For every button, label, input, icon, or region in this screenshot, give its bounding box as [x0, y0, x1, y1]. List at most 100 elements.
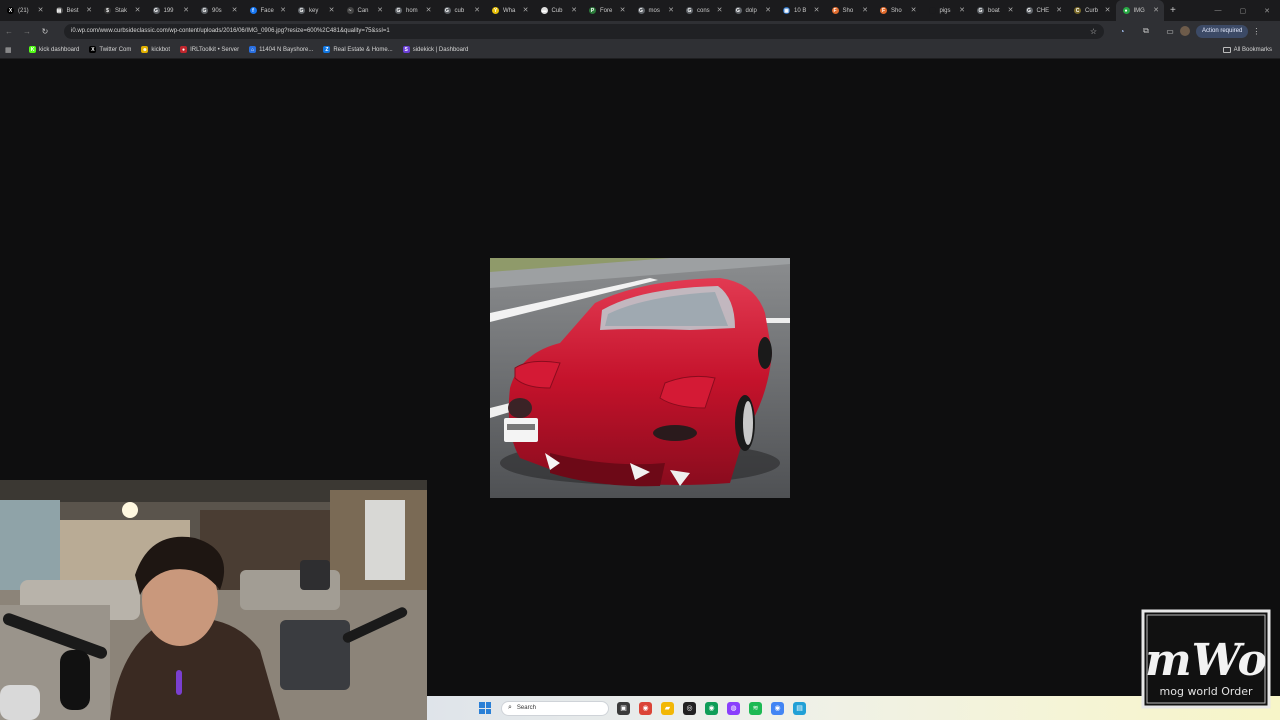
- action-required-button[interactable]: Action required: [1196, 24, 1249, 38]
- bookmark-label: sidekick | Dashboard: [412, 46, 469, 53]
- browser-tab[interactable]: C Curb ✕: [1067, 0, 1116, 21]
- browser-tab[interactable]: ▤ Best ✕: [49, 0, 98, 21]
- close-tab-icon[interactable]: ✕: [862, 6, 868, 14]
- back-icon[interactable]: ←: [0, 27, 18, 36]
- tab-label: boat: [988, 7, 1000, 14]
- browser-tab[interactable]: Gboat ✕: [970, 0, 1019, 21]
- obs-icon[interactable]: ◎: [683, 701, 696, 715]
- menu-icon[interactable]: ⋮: [1252, 27, 1260, 36]
- mwo-logo: mWo mog world Order: [1141, 609, 1271, 709]
- new-tab-button[interactable]: +: [1170, 5, 1184, 16]
- browser-tab[interactable]: X (21) ✕: [0, 0, 49, 21]
- all-bookmarks-label: All Bookmarks: [1233, 46, 1272, 53]
- close-tab-icon[interactable]: ✕: [765, 6, 771, 14]
- messenger-icon[interactable]: ◍: [727, 701, 740, 715]
- none-icon: [928, 7, 936, 14]
- close-tab-icon[interactable]: ✕: [86, 6, 92, 14]
- tab-label: CHE: [1036, 7, 1050, 14]
- all-bookmarks-button[interactable]: All Bookmarks: [1222, 46, 1272, 53]
- close-tab-icon[interactable]: ✕: [474, 6, 480, 14]
- browser-tab[interactable]: Gdolp ✕: [728, 0, 777, 21]
- browser-tab[interactable]: f Face ✕: [243, 0, 292, 21]
- bookmark-item[interactable]: ⌂ 11404 N Bayshore...: [249, 46, 313, 53]
- browser-tab[interactable]: G 90s ✕: [194, 0, 243, 21]
- close-tab-icon[interactable]: ✕: [1008, 6, 1014, 14]
- browser-tab[interactable]: G CHE ✕: [1019, 0, 1068, 21]
- puzzle-icon[interactable]: ⧉: [1140, 26, 1152, 36]
- chrome-dev-icon[interactable]: ◉: [771, 701, 784, 715]
- file-explorer-icon[interactable]: ▰: [661, 701, 674, 715]
- extension-icons: ◔ ⧉ ▭: [1116, 26, 1176, 36]
- side-panel-icon[interactable]: ▭: [1164, 27, 1176, 36]
- maximize-icon[interactable]: ▢: [1240, 7, 1247, 15]
- bookmark-item[interactable]: Kkick dashboard: [29, 46, 79, 53]
- bookmark-star-icon[interactable]: ☆: [1090, 27, 1097, 36]
- close-tab-icon[interactable]: ✕: [135, 6, 141, 14]
- avatar[interactable]: [1180, 26, 1190, 36]
- notes-icon[interactable]: ▤: [793, 701, 806, 715]
- browser-tab[interactable]: G 199 ✕: [146, 0, 195, 21]
- browser-tab[interactable]: ● IMG ✕: [1115, 0, 1164, 21]
- close-tab-icon[interactable]: ✕: [911, 6, 917, 14]
- close-tab-icon[interactable]: ✕: [523, 6, 529, 14]
- close-window-icon[interactable]: ✕: [1264, 7, 1270, 15]
- bookmark-item[interactable]: ☻ kickbot: [141, 46, 170, 53]
- reload-icon[interactable]: ↻: [36, 27, 54, 36]
- google-icon: G: [1025, 7, 1033, 14]
- bookmark-item[interactable]: ● IRLToolkit • Server: [180, 46, 239, 53]
- close-tab-icon[interactable]: ✕: [38, 6, 44, 14]
- browser-tab[interactable]: pigs ✕: [922, 0, 971, 21]
- browser-tab[interactable]: Y Wha ✕: [485, 0, 534, 21]
- close-tab-icon[interactable]: ✕: [183, 6, 189, 14]
- tab-label: (21): [18, 7, 29, 14]
- browser-tab[interactable]: P Fore ✕: [582, 0, 631, 21]
- bookmark-item[interactable]: Ssidekick | Dashboard: [402, 46, 469, 53]
- tab-label: cons: [697, 7, 710, 14]
- close-tab-icon[interactable]: ✕: [717, 6, 723, 14]
- close-tab-icon[interactable]: ✕: [1105, 6, 1111, 14]
- close-tab-icon[interactable]: ✕: [280, 6, 286, 14]
- browser-tab[interactable]: Gmos ✕: [631, 0, 680, 21]
- pinned-apps: ▣ ◉ ▰ ◎ ◉ ◍ ≋ ◉ ▤: [617, 701, 806, 715]
- dollar-icon: $: [104, 7, 111, 14]
- close-tab-icon[interactable]: ✕: [329, 6, 335, 14]
- close-tab-icon[interactable]: ✕: [814, 6, 820, 14]
- spotify-icon[interactable]: ≋: [749, 701, 762, 715]
- chrome-icon[interactable]: ◉: [639, 701, 652, 715]
- taskbar-search-input[interactable]: ⌕ Search: [501, 700, 609, 716]
- bookmark-label: Real Estate & Home...: [333, 46, 393, 53]
- close-tab-icon[interactable]: ✕: [620, 6, 626, 14]
- browser-tab[interactable]: Gcons ✕: [679, 0, 728, 21]
- browser-tab[interactable]: $ Stak ✕: [97, 0, 146, 21]
- browser-tab[interactable]: Gcub ✕: [437, 0, 486, 21]
- chrome-alt-icon[interactable]: ◉: [705, 701, 718, 715]
- tab-label: dolp: [745, 7, 757, 14]
- bookmark-item[interactable]: X Twitter Com: [89, 46, 131, 53]
- browser-tab[interactable]: ▬ Cub ✕: [534, 0, 583, 21]
- task-view-icon[interactable]: ▣: [617, 701, 630, 715]
- tab-label: Best: [66, 7, 79, 14]
- apps-grid-icon[interactable]: ▦: [5, 46, 15, 54]
- google-icon: G: [637, 7, 645, 14]
- address-bar[interactable]: i0.wp.com/www.curbsideclassic.com/wp-con…: [64, 23, 1104, 39]
- google-icon: G: [977, 7, 984, 14]
- bookmark-item[interactable]: Z Real Estate & Home...: [323, 46, 393, 53]
- browser-tab[interactable]: F Sho ✕: [825, 0, 874, 21]
- close-tab-icon[interactable]: ✕: [668, 6, 674, 14]
- browser-tab[interactable]: F Sho ✕: [873, 0, 922, 21]
- browser-tab[interactable]: ▦ 10 B ✕: [776, 0, 825, 21]
- close-tab-icon[interactable]: ✕: [377, 6, 383, 14]
- close-tab-icon[interactable]: ✕: [571, 6, 577, 14]
- browser-tab[interactable]: Ghom ✕: [388, 0, 437, 21]
- close-tab-icon[interactable]: ✕: [426, 6, 432, 14]
- browser-tab[interactable]: Gkey ✕: [291, 0, 340, 21]
- windows-start-icon[interactable]: [479, 702, 491, 714]
- close-tab-icon[interactable]: ✕: [232, 6, 238, 14]
- extension-icon[interactable]: ◔: [1116, 27, 1128, 36]
- forward-icon[interactable]: →: [18, 27, 36, 36]
- close-tab-icon[interactable]: ✕: [1056, 6, 1062, 14]
- close-tab-icon[interactable]: ✕: [1153, 6, 1159, 14]
- close-tab-icon[interactable]: ✕: [959, 6, 965, 14]
- browser-tab[interactable]: ~ Can ✕: [340, 0, 389, 21]
- minimize-icon[interactable]: —: [1215, 7, 1222, 15]
